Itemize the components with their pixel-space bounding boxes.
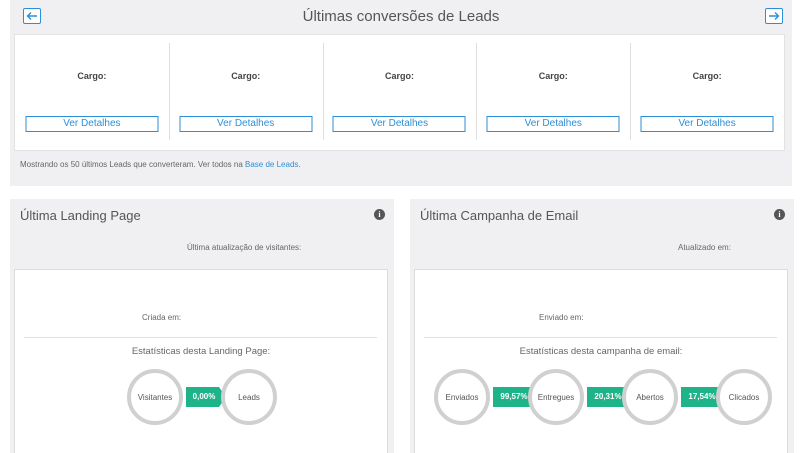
view-details-button[interactable]: Ver Detalhes: [179, 116, 313, 132]
leads-list: Cargo: Ver Detalhes Cargo: Ver Detalhes …: [14, 34, 785, 151]
delivered-circle: Entregues: [528, 369, 584, 425]
lead-cargo-label: Cargo:: [231, 71, 261, 81]
lead-cargo-label: Cargo:: [538, 71, 568, 81]
lead-cargo-label: Cargo:: [77, 71, 107, 81]
visitors-update-label: Última atualização de visitantes:: [187, 243, 302, 252]
sent-label: Enviados: [445, 392, 479, 402]
lead-cargo-label: Cargo:: [692, 71, 722, 81]
view-details-button[interactable]: Ver Detalhes: [25, 116, 159, 132]
lead-cargo-label: Cargo:: [384, 71, 414, 81]
email-campaign-card: Enviado em: Estatísticas desta campanha …: [414, 269, 788, 453]
view-details-button[interactable]: Ver Detalhes: [332, 116, 466, 132]
lead-card: Cargo: Ver Detalhes: [322, 35, 477, 150]
lead-card: Cargo: Ver Detalhes: [15, 35, 169, 150]
clicked-circle: Clicados: [716, 369, 772, 425]
visitors-label: Visitantes: [137, 392, 173, 402]
divider: [24, 337, 377, 338]
info-icon[interactable]: i: [374, 209, 385, 220]
opened-label: Abertos: [636, 392, 664, 402]
lead-card: Cargo: Ver Detalhes: [476, 35, 630, 150]
arrow-right-icon: [769, 12, 780, 20]
view-details-button[interactable]: Ver Detalhes: [640, 116, 774, 132]
updated-label: Atualizado em:: [678, 243, 731, 252]
opened-circle: Abertos: [622, 369, 678, 425]
leads-footer: Mostrando os 50 últimos Leads que conver…: [20, 160, 301, 169]
lead-card: Cargo: Ver Detalhes: [168, 35, 323, 150]
leads-footer-text: Mostrando os 50 últimos Leads que conver…: [20, 160, 246, 169]
landing-page-panel: Última Landing Page i Última atualização…: [10, 199, 394, 453]
leads-panel: Últimas conversões de Leads Cargo: Ver D…: [10, 0, 792, 186]
lead-card: Cargo: Ver Detalhes: [630, 35, 784, 150]
email-campaign-panel: Última Campanha de Email i Atualizado em…: [410, 199, 794, 453]
leads-label: Leads: [238, 392, 260, 402]
info-icon[interactable]: i: [774, 209, 785, 220]
next-button[interactable]: [765, 8, 783, 24]
delivered-label: Entregues: [537, 392, 575, 402]
leads-title: Últimas conversões de Leads: [302, 8, 500, 25]
landing-page-card: Criada em: Estatísticas desta Landing Pa…: [14, 269, 388, 453]
created-label: Criada em:: [142, 313, 182, 322]
leads-circle: Leads: [221, 369, 277, 425]
conversion-rate-badge: 0,00%: [186, 387, 226, 407]
leads-footer-end: .: [298, 160, 301, 169]
sent-at-label: Enviado em:: [539, 313, 584, 322]
landing-stats-title: Estatísticas desta Landing Page:: [131, 346, 271, 357]
divider: [424, 337, 777, 338]
clicked-label: Clicados: [728, 392, 760, 402]
leads-base-link[interactable]: Base de Leads: [245, 160, 298, 169]
visitors-circle: Visitantes: [127, 369, 183, 425]
email-stats-title: Estatísticas desta campanha de email:: [519, 346, 683, 357]
view-details-button[interactable]: Ver Detalhes: [486, 116, 620, 132]
email-campaign-title: Última Campanha de Email: [420, 208, 579, 223]
landing-page-title: Última Landing Page: [20, 208, 141, 223]
sent-circle: Enviados: [434, 369, 490, 425]
